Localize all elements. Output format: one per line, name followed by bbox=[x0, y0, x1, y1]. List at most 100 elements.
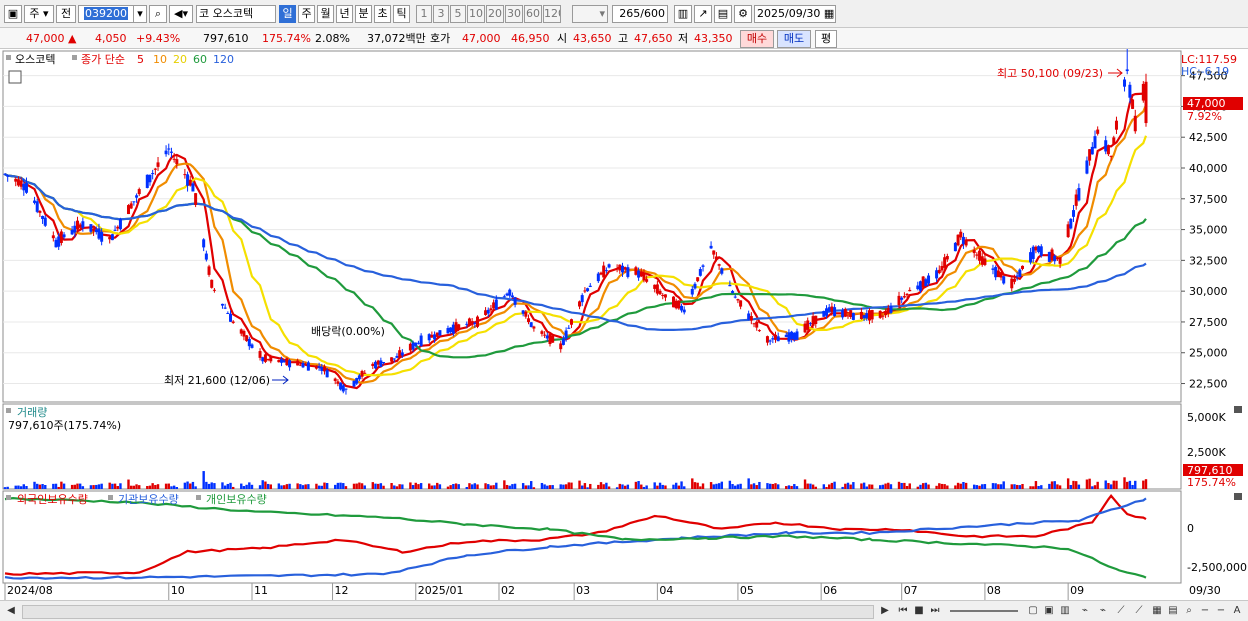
volume-bar bbox=[401, 484, 404, 489]
count-value: 265 bbox=[619, 7, 641, 20]
stock-code-input[interactable]: 039200 bbox=[78, 5, 134, 23]
volume-bar bbox=[546, 485, 549, 489]
candle-body bbox=[269, 356, 273, 362]
volume-panel-close-icon[interactable] bbox=[1234, 406, 1242, 413]
volume-bar bbox=[879, 485, 882, 489]
tick-button-5[interactable]: 30 bbox=[505, 5, 523, 23]
holdings-panel-close-icon[interactable] bbox=[1234, 493, 1242, 500]
legend-square-volume bbox=[6, 408, 11, 413]
stock-name-field[interactable]: 코 오스코텍 bbox=[196, 5, 276, 23]
candle-body bbox=[258, 351, 262, 358]
candle-body bbox=[701, 265, 705, 267]
tick-button-3[interactable]: 10 bbox=[467, 5, 485, 23]
candle-body bbox=[994, 266, 998, 278]
zoom-search-icon[interactable]: ⌕ bbox=[1182, 604, 1196, 618]
tool-icon-7[interactable]: ⟋ bbox=[1132, 604, 1146, 618]
buy-button[interactable]: 매수 bbox=[740, 30, 774, 48]
tool-icon-2[interactable]: ▣ bbox=[1042, 604, 1056, 618]
period-button-6[interactable]: 틱 bbox=[393, 5, 410, 23]
period-button-1[interactable]: 주 bbox=[298, 5, 315, 23]
speaker-icon[interactable]: ◀▾ bbox=[169, 5, 193, 23]
candle-body bbox=[43, 217, 47, 226]
scrollbar-track[interactable] bbox=[22, 605, 874, 619]
market-select[interactable]: 주 ▾ bbox=[24, 5, 54, 23]
volume-bar bbox=[325, 483, 329, 489]
volume-bar bbox=[70, 484, 74, 489]
tick-button-1[interactable]: 3 bbox=[433, 5, 449, 23]
tick-button-2[interactable]: 5 bbox=[450, 5, 466, 23]
volume-bar bbox=[1091, 486, 1094, 489]
candle-body bbox=[207, 266, 211, 275]
volume-bar bbox=[285, 484, 289, 489]
candle-body bbox=[940, 266, 944, 271]
candle-body bbox=[580, 295, 584, 303]
search-icon[interactable]: ⌕ bbox=[149, 5, 167, 23]
volume-bar bbox=[344, 486, 348, 489]
period-button-4[interactable]: 분 bbox=[355, 5, 372, 23]
period-button-3[interactable]: 년 bbox=[336, 5, 353, 23]
volume-bar bbox=[54, 483, 58, 489]
tick-button-6[interactable]: 60 bbox=[524, 5, 542, 23]
tick-dropdown[interactable]: ▾ bbox=[572, 5, 608, 23]
table-icon[interactable] bbox=[8, 70, 22, 84]
volume-bar bbox=[487, 484, 490, 489]
tick-button-4[interactable]: 20 bbox=[486, 5, 504, 23]
tool-icon-5[interactable]: ⌁ bbox=[1096, 604, 1110, 618]
code-dropdown-icon[interactable]: ▾ bbox=[133, 5, 147, 23]
volume-bar bbox=[581, 485, 584, 489]
tick-button-0[interactable]: 1 bbox=[416, 5, 432, 23]
chart-svg[interactable]: 22,500 25,000 27,500 30,000 32,500 35,000 37,5… bbox=[0, 43, 1248, 600]
layout-icon[interactable]: ▣ bbox=[4, 5, 22, 23]
date-input[interactable]: 2025/09/30 ▦ bbox=[754, 5, 836, 23]
period-button-5[interactable]: 초 bbox=[374, 5, 391, 23]
scroll-right-icon[interactable]: ▶ bbox=[878, 604, 892, 618]
volume-bar bbox=[393, 485, 396, 489]
first-icon[interactable]: ⏮ bbox=[896, 604, 910, 618]
candle-body bbox=[51, 235, 55, 239]
tool-icon-3[interactable]: ▥ bbox=[1058, 604, 1072, 618]
volume-bar bbox=[484, 483, 487, 489]
volume-bar bbox=[814, 486, 817, 489]
candle-type-icon[interactable]: ▥ bbox=[674, 5, 692, 23]
volume-bar bbox=[414, 482, 417, 489]
candle-body bbox=[473, 322, 477, 324]
tool-icon-8[interactable]: ▦ bbox=[1150, 604, 1164, 618]
candle-body bbox=[1104, 140, 1108, 152]
candle-body bbox=[100, 231, 104, 242]
draw-icon[interactable]: ↗ bbox=[694, 5, 712, 23]
zoom-out-icon[interactable]: − bbox=[1198, 604, 1212, 618]
zoom-slider[interactable] bbox=[950, 610, 1018, 612]
tick-button-7[interactable]: 120 bbox=[543, 5, 561, 23]
volume-bar bbox=[750, 484, 753, 489]
tool-icon-1[interactable]: ▢ bbox=[1026, 604, 1040, 618]
tool-icon-4[interactable]: ⌁ bbox=[1078, 604, 1092, 618]
tool-icon-6[interactable]: ⟋ bbox=[1114, 604, 1128, 618]
volume-bar bbox=[793, 484, 796, 489]
volume-bar bbox=[511, 484, 514, 489]
volume-bar bbox=[640, 484, 643, 489]
volume-bar bbox=[602, 484, 605, 489]
candle-body bbox=[1012, 278, 1016, 282]
eval-button[interactable]: 평 bbox=[815, 30, 837, 48]
last-icon[interactable]: ⏭ bbox=[928, 604, 942, 618]
tool-icon-9[interactable]: ▤ bbox=[1166, 604, 1180, 618]
candle-body bbox=[642, 272, 646, 281]
prev-button[interactable]: 전 bbox=[56, 5, 76, 23]
volume-bar bbox=[532, 487, 536, 489]
gear-icon[interactable]: ⚙ bbox=[734, 5, 752, 23]
scroll-left-icon[interactable]: ◀ bbox=[4, 604, 18, 618]
candle-body bbox=[339, 382, 343, 390]
volume-bar bbox=[132, 485, 136, 489]
stop-icon[interactable]: ■ bbox=[912, 604, 926, 618]
candle-body bbox=[709, 245, 713, 249]
volume-bar bbox=[503, 480, 506, 489]
count-field[interactable]: 265/600 bbox=[612, 5, 668, 23]
sell-button[interactable]: 매도 bbox=[777, 30, 811, 48]
save-icon[interactable]: ▤ bbox=[714, 5, 732, 23]
minus-icon[interactable]: − bbox=[1214, 604, 1228, 618]
font-size-icon[interactable]: A bbox=[1230, 604, 1244, 618]
candle-body bbox=[862, 315, 866, 319]
period-button-0[interactable]: 일 bbox=[279, 5, 296, 23]
chart-area[interactable]: 22,500 25,000 27,500 30,000 32,500 35,000 37,5… bbox=[0, 43, 1248, 600]
period-button-2[interactable]: 월 bbox=[317, 5, 334, 23]
